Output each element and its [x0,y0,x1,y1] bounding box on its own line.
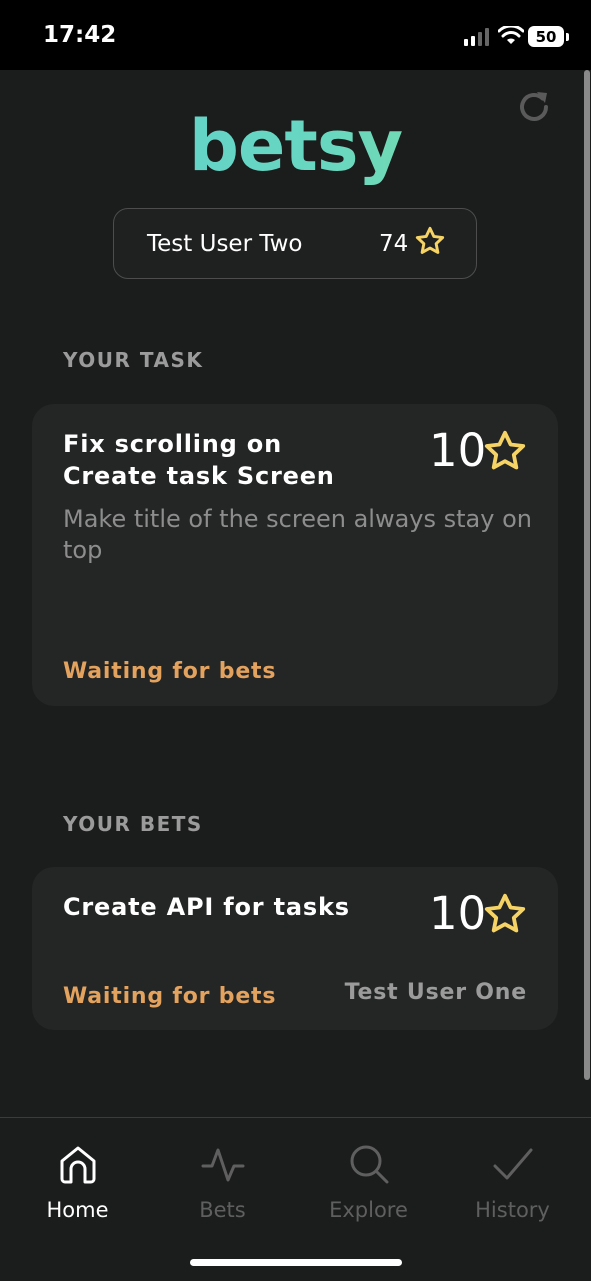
nav-label-home: Home [46,1198,109,1222]
bet-user: Test User One [344,980,527,1005]
search-icon [350,1145,388,1184]
star-icon [415,226,445,254]
nav-label-explore: Explore [329,1198,408,1222]
status-bar: 17:42 50 [0,0,591,70]
scrollbar[interactable] [584,70,590,1080]
nav-label-history: History [475,1198,550,1222]
nav-item-history[interactable]: History [439,1118,586,1248]
star-icon [484,893,526,933]
wifi-icon [498,26,524,44]
user-name: Test User Two [147,231,303,257]
bet-points: 10 [429,887,487,940]
nav-label-bets: Bets [199,1198,246,1222]
app-logo: betsy [0,105,591,187]
nav-item-explore[interactable]: Explore [295,1118,442,1248]
user-points: 74 [379,231,409,257]
battery-indicator: 50 [528,26,564,47]
bet-title: Create API for tasks [63,893,350,921]
task-description: Make title of the screen always stay on … [63,505,532,564]
task-card[interactable]: Fix scrolling on Create task Screen 10 M… [32,404,558,706]
task-title: Fix scrolling on Create task Screen [63,430,335,490]
activity-icon [201,1148,244,1182]
user-summary[interactable]: Test User Two 74 [113,208,477,279]
cellular-signal-icon [464,28,489,46]
home-icon [60,1146,95,1184]
nav-item-bets[interactable]: Bets [149,1118,296,1248]
bet-card[interactable]: Create API for tasks 10 Waiting for bets… [32,867,558,1030]
bottom-nav: Home Bets Explore History [0,1117,591,1281]
section-title-your-bets: YOUR BETS [63,812,203,836]
task-points: 10 [429,424,487,477]
section-title-your-task: YOUR TASK [63,348,204,372]
nav-item-home[interactable]: Home [4,1118,151,1248]
home-indicator[interactable] [190,1259,402,1266]
check-icon [493,1148,532,1180]
bet-status: Waiting for bets [63,984,277,1009]
task-status: Waiting for bets [63,659,277,684]
status-time: 17:42 [43,22,117,48]
star-icon [484,430,526,470]
battery-nub [566,33,569,41]
